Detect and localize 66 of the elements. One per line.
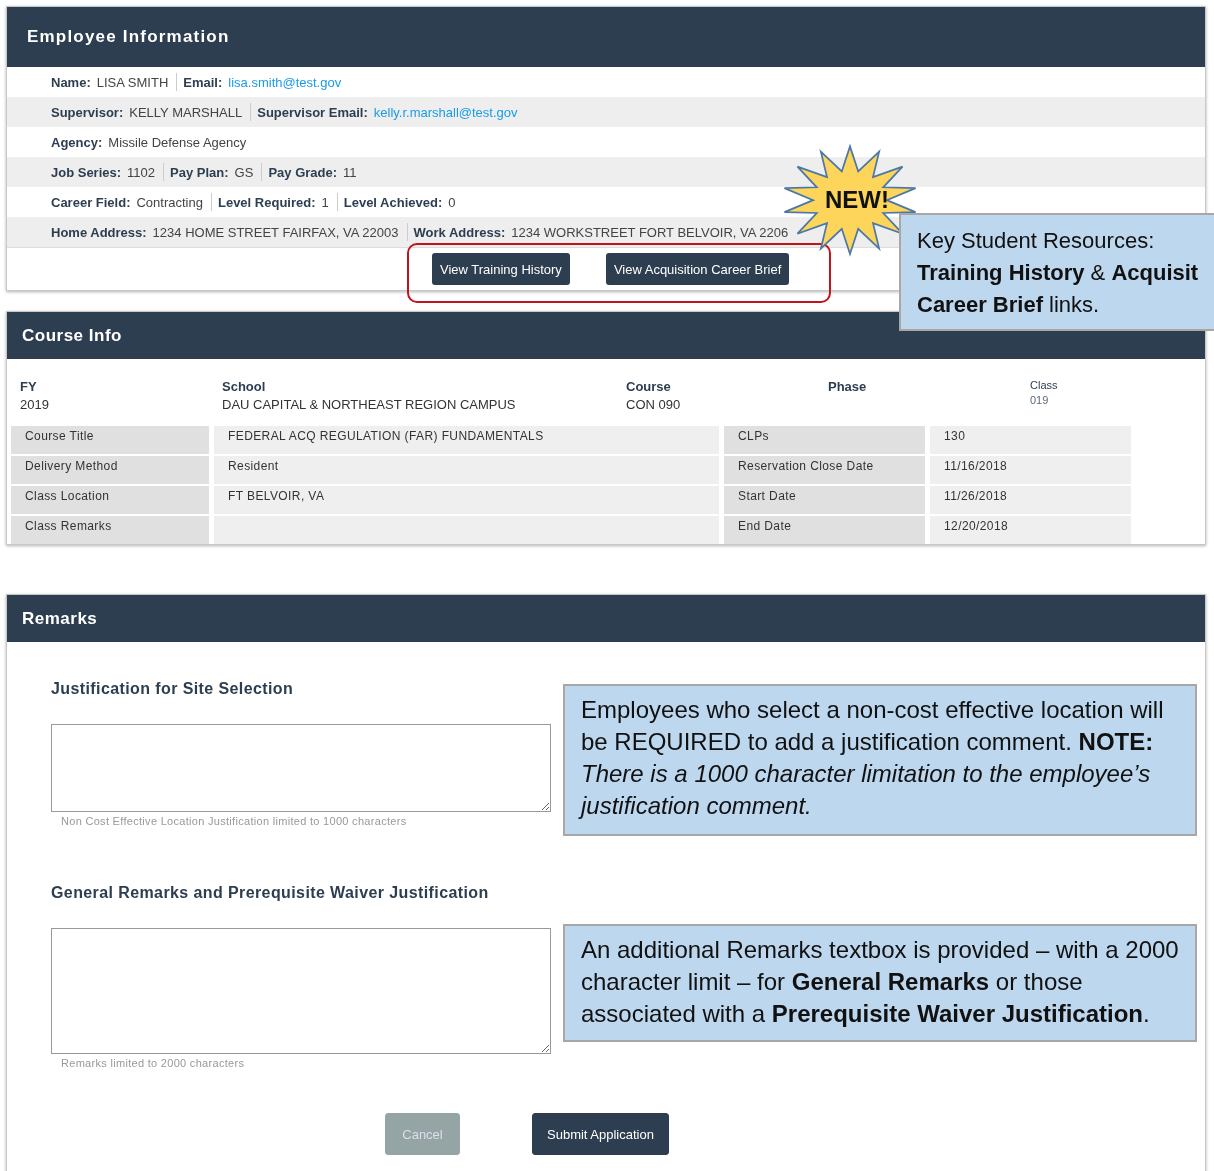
callout-note: An additional Remarks textbox is provided – with a 2000 character limit – for General Remarks or those associated with a Prerequisite Waiver Justification. [563, 924, 1197, 1042]
section-heading: Justification for Site Selection [51, 680, 295, 698]
table-cell: FT BELVOIR, VA [214, 486, 719, 514]
panel-title: Remarks [22, 608, 98, 629]
table-cell: CLPs [724, 426, 925, 454]
callout-line: Key Student Resources: [917, 227, 1156, 255]
field-value: 11 [343, 164, 357, 180]
table-cell: Resident [214, 456, 719, 484]
field-label: Supervisor Email: [257, 104, 368, 120]
view-button[interactable]: View Acquisition Career Brief [605, 253, 790, 285]
new-badge-text: NEW! [825, 186, 889, 214]
table-cell: 130 [930, 426, 1131, 454]
field-label: Level Achieved: [343, 194, 443, 210]
table-cell: 11/16/2018 [930, 456, 1131, 484]
column-label: Class [1030, 379, 1059, 391]
table-cell: Course Title [11, 426, 209, 454]
table-cell: Class Location [11, 486, 209, 514]
column-label: School [222, 379, 267, 394]
field-hint: Remarks limited to 2000 characters [60, 1057, 246, 1069]
table-cell: 11/26/2018 [930, 486, 1131, 514]
submit-button[interactable]: Submit Application [532, 1113, 669, 1155]
table-cell: Delivery Method [11, 456, 209, 484]
column-label: Phase [828, 379, 868, 394]
remarks-field[interactable] [51, 928, 551, 1054]
view-button[interactable]: View Training History [432, 253, 570, 285]
table-cell: Start Date [724, 486, 925, 514]
field-label: Pay Grade: [268, 164, 338, 180]
field-value: 1102 [127, 164, 156, 180]
field-value: 0 [448, 194, 456, 210]
field-label: Job Series: [51, 164, 122, 180]
field-value: GS [234, 164, 254, 180]
column-label: Course [626, 379, 672, 394]
column-value: CON 090 [626, 397, 682, 412]
table-cell: FEDERAL ACQ REGULATION (FAR) FUNDAMENTALS [214, 426, 719, 454]
panel-title: Employee Information [27, 27, 230, 47]
column-label: FY [20, 379, 38, 394]
field-label: Name: [51, 74, 91, 90]
field-label: Email: [183, 74, 223, 90]
remarks-field[interactable] [51, 724, 551, 812]
section-heading: General Remarks and Prerequisite Waiver Justification [51, 884, 490, 902]
field-value: 1 [321, 194, 329, 210]
table-cell: Class Remarks [11, 516, 209, 544]
field-label: Agency: [51, 134, 103, 150]
table-cell: Reservation Close Date [724, 456, 925, 484]
field-value: KELLY MARSHALL [129, 104, 243, 120]
field-label: Home Address: [51, 224, 147, 240]
table-cell: End Date [724, 516, 925, 544]
table-cell: 12/20/2018 [930, 516, 1131, 544]
field-label: Career Field: [51, 194, 131, 210]
field-value: Contracting [136, 194, 203, 210]
column-value: 019 [1030, 394, 1050, 406]
field-value: 1234 WORKSTREET FORT BELVOIR, VA 2206 [511, 224, 789, 240]
field-label: Level Required: [217, 194, 316, 210]
callout-line: Career Brief links. [917, 291, 1101, 319]
field-label: Supervisor: [51, 104, 124, 120]
field-label: Work Address: [413, 224, 506, 240]
column-value: DAU CAPITAL & NORTHEAST REGION CAMPUS [222, 397, 517, 412]
field-label: Pay Plan: [170, 164, 229, 180]
column-value: 2019 [20, 397, 50, 412]
field-hint: Non Cost Effective Location Justification limited to 1000 characters [60, 815, 408, 827]
field-value: LISA SMITH [96, 74, 169, 90]
field-value: 1234 HOME STREET FAIRFAX, VA 22003 [152, 224, 399, 240]
callout-note: Employees who select a non-cost effective location will be REQUIRED to add a justification comment. NOTE: There is a 1000 character limitation to the employee’s justification comment. [563, 684, 1197, 836]
panel-title: Course Info [22, 325, 122, 346]
field-value: Missile Defense Agency [108, 134, 247, 150]
callout-line: Training History & Acquisit [917, 259, 1200, 287]
